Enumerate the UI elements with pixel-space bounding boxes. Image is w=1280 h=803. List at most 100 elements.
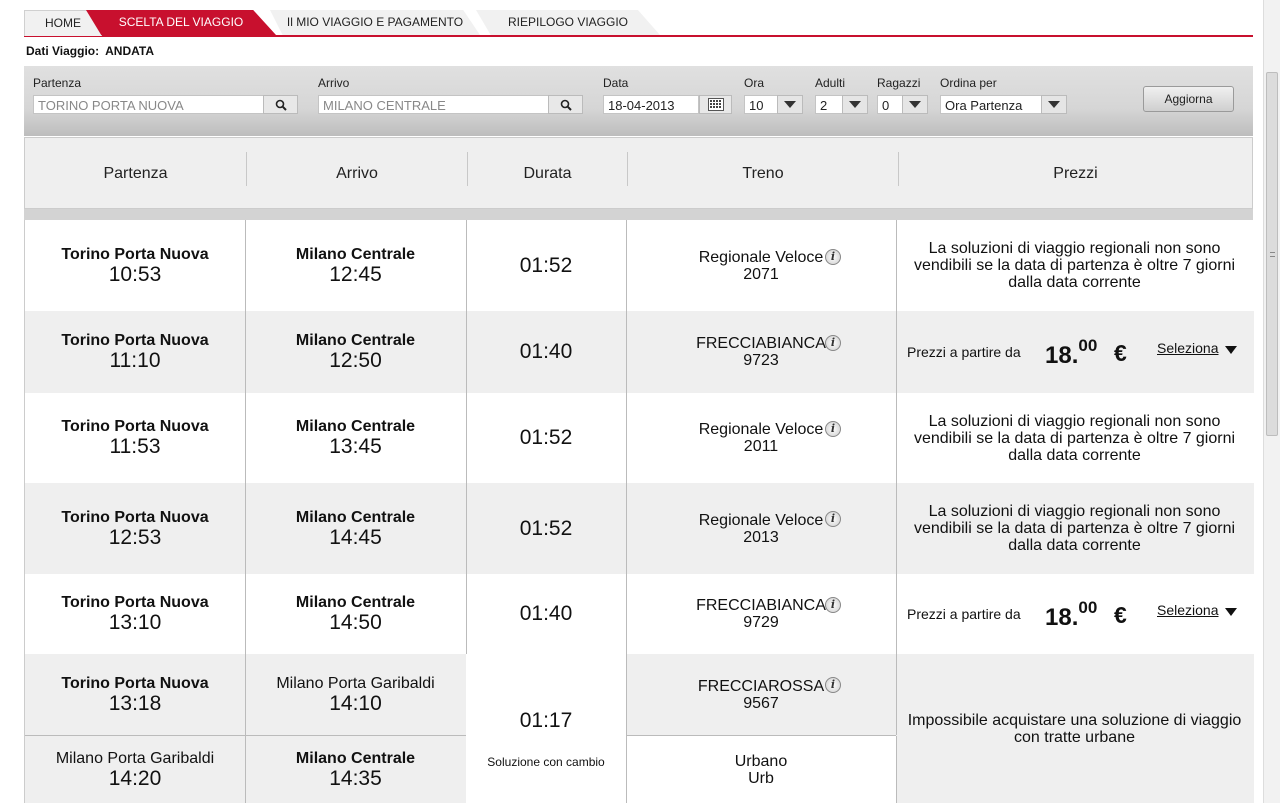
duration: 01:52 <box>519 516 573 540</box>
price-cell: La soluzioni di viaggio regionali non so… <box>896 393 1253 483</box>
aggiorna-button[interactable]: Aggiorna <box>1143 86 1234 112</box>
price-amount: 18.00 <box>1045 336 1098 370</box>
info-icon[interactable]: i <box>825 335 841 351</box>
train-number: 9729 <box>743 614 779 631</box>
results-table: Torino Porta Nuova 10:53 Milano Centrale 1… <box>24 220 1254 803</box>
table-row[interactable]: Torino Porta Nuova 11:53 Milano Centrale 1… <box>25 393 1254 483</box>
arrival-time: 14:10 <box>329 691 382 715</box>
duration-cell: 01:17 Soluzione con cambio <box>466 654 627 803</box>
search-icon <box>275 99 287 111</box>
price-decimals: 00 <box>1078 336 1098 355</box>
partenza-label: Partenza <box>33 76 82 90</box>
partenza-search-button[interactable] <box>263 95 298 114</box>
tab-riepilogo-viaggio[interactable]: RIEPILOGO VIAGGIO <box>476 10 660 35</box>
ragazzi-select[interactable]: 0 <box>877 95 905 114</box>
arrival-cell: Milano Centrale 12:45 <box>245 220 467 311</box>
table-row[interactable]: Torino Porta Nuova 10:53 Milano Centrale 1… <box>25 220 1254 311</box>
grip-icon <box>1270 252 1275 257</box>
price-cell: La soluzioni di viaggio regionali non so… <box>896 483 1253 574</box>
duration-cell: 01:52 <box>466 483 627 574</box>
ora-select[interactable]: 10 <box>744 95 780 114</box>
departure-station: Milano Porta Garibaldi <box>55 749 215 767</box>
breadcrumb: HOME SCELTA DEL VIAGGIO Il MIO VIAGGIO E… <box>24 8 1253 37</box>
duration: 01:40 <box>519 602 573 625</box>
duration-cell: 01:40 <box>466 574 627 654</box>
ora-label: Ora <box>744 76 765 90</box>
table-row[interactable]: Torino Porta Nuova 13:10 Milano Centrale 1… <box>25 574 1254 654</box>
arrival-cell: Milano Centrale 14:50 <box>245 574 467 654</box>
adulti-label: Adulti <box>815 76 846 90</box>
table-row-change-solution[interactable]: Torino Porta Nuova 13:18 Milano Porta Gar… <box>25 654 1254 803</box>
arrival-station: Milano Centrale <box>295 332 416 349</box>
arrival-station: Milano Centrale <box>295 594 416 611</box>
chevron-down-icon <box>784 101 796 108</box>
price-cell: La soluzioni di viaggio regionali non so… <box>896 220 1253 311</box>
caret-down-icon[interactable] <box>1225 608 1237 616</box>
not-sellable-note: La soluzioni di viaggio regionali non so… <box>913 412 1236 464</box>
col-durata: Durata <box>523 165 572 182</box>
table-row[interactable]: Torino Porta Nuova 11:10 Milano Centrale 1… <box>25 311 1254 393</box>
duration-cell: 01:52 <box>466 220 627 311</box>
data-label: Data <box>603 76 629 90</box>
not-sellable-note: La soluzioni di viaggio regionali non so… <box>913 503 1236 554</box>
train-cell: Regionale Veloce 2071 i <box>626 220 897 311</box>
price-block: Prezzi a partire da 18.00 € Seleziona <box>896 574 1253 654</box>
trip-direction: Dati Viaggio: ANDATA <box>26 44 154 58</box>
info-icon[interactable]: i <box>825 421 841 437</box>
partenza-input[interactable]: TORINO PORTA NUOVA <box>33 95 265 114</box>
ragazzi-dropdown-button[interactable] <box>902 95 928 114</box>
tab-viaggio-pagamento[interactable]: Il MIO VIAGGIO E PAGAMENTO <box>270 10 480 35</box>
info-icon[interactable]: i <box>825 677 841 693</box>
train-name: FRECCIABIANCA <box>696 335 826 352</box>
table-row[interactable]: Torino Porta Nuova 12:53 Milano Centrale 1… <box>25 483 1254 574</box>
train-name: Urbano <box>734 752 788 770</box>
ordina-select[interactable]: Ora Partenza <box>940 95 1044 114</box>
duration: 01:17 <box>519 708 573 732</box>
price-from-label: Prezzi a partire da <box>907 606 1021 622</box>
train-cell: Regionale Veloce 2013 i <box>626 483 897 574</box>
adulti-dropdown-button[interactable] <box>842 95 868 114</box>
duration-cell: 01:52 <box>466 393 627 483</box>
departure-cell: Torino Porta Nuova 11:10 <box>25 311 246 393</box>
arrival-time: 14:35 <box>329 766 382 790</box>
info-icon[interactable]: i <box>825 511 841 527</box>
arrivo-input[interactable]: MILANO CENTRALE <box>318 95 550 114</box>
departure-time: 13:10 <box>108 611 162 634</box>
departure-time: 10:53 <box>108 262 162 286</box>
col-prezzi: Prezzi <box>1053 165 1098 182</box>
adulti-select[interactable]: 2 <box>815 95 845 114</box>
arrival-station: Milano Centrale <box>295 508 416 526</box>
scrollbar-thumb[interactable] <box>1266 72 1278 436</box>
vertical-scrollbar[interactable] <box>1263 0 1280 803</box>
train-number: 2011 <box>743 438 779 455</box>
col-treno: Treno <box>742 165 784 182</box>
search-icon <box>560 99 572 111</box>
train-name: Regionale Veloce <box>698 421 824 438</box>
calendar-button[interactable] <box>699 95 732 114</box>
arrivo-search-button[interactable] <box>548 95 583 114</box>
caret-down-icon[interactable] <box>1225 346 1237 354</box>
arrival-cell: Milano Centrale 12:50 <box>245 311 467 393</box>
leg2-arrival-cell: Milano Centrale 14:35 <box>245 736 467 803</box>
arrival-time: 13:45 <box>329 435 382 458</box>
arrival-time: 14:50 <box>329 611 382 634</box>
departure-station: Torino Porta Nuova <box>61 594 209 611</box>
info-icon[interactable]: i <box>825 597 841 613</box>
tab-scelta-del-viaggio[interactable]: SCELTA DEL VIAGGIO <box>86 10 276 35</box>
info-icon[interactable]: i <box>825 249 841 265</box>
duration: 01:40 <box>519 340 573 363</box>
departure-cell: Torino Porta Nuova 11:53 <box>25 393 246 483</box>
train-name: FRECCIAROSSA <box>697 677 825 695</box>
date-input[interactable]: 18-04-2013 <box>603 95 699 114</box>
price-block: Prezzi a partire da 18.00 € Seleziona <box>896 311 1253 393</box>
leg1-arrival-cell: Milano Porta Garibaldi 14:10 <box>245 654 467 735</box>
ordina-dropdown-button[interactable] <box>1041 95 1067 114</box>
train-number: 2071 <box>743 265 779 283</box>
col-arrivo: Arrivo <box>336 165 378 182</box>
arrival-cell: Milano Centrale 13:45 <box>245 393 467 483</box>
departure-station: Torino Porta Nuova <box>61 674 209 692</box>
seleziona-link[interactable]: Seleziona <box>1157 602 1219 618</box>
chevron-down-icon <box>849 101 861 108</box>
ora-dropdown-button[interactable] <box>777 95 803 114</box>
seleziona-link[interactable]: Seleziona <box>1157 340 1219 356</box>
